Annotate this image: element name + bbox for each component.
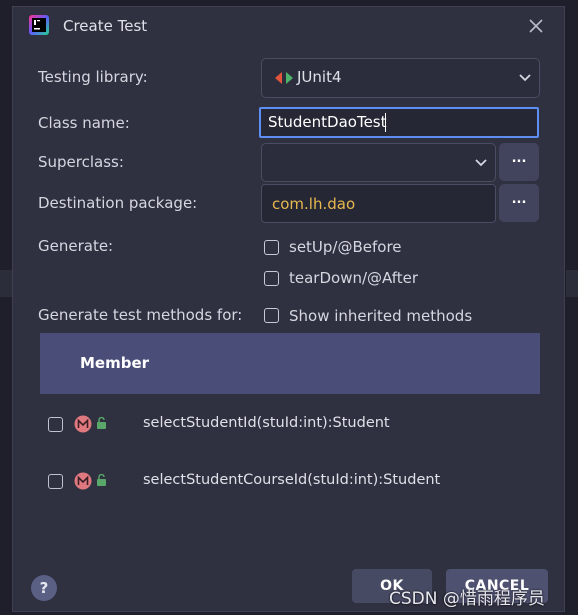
class-name-label: Class name: — [38, 114, 130, 132]
table-row[interactable]: selectStudentCourseId(stuId:int):Student — [40, 462, 540, 502]
teardown-label[interactable]: tearDown/@After — [289, 269, 418, 287]
member-table-header[interactable]: Member — [40, 333, 540, 394]
create-test-dialog: Create Test Testing library: JUnit4 Clas… — [12, 6, 565, 612]
chevron-down-icon — [519, 74, 531, 82]
setup-checkbox[interactable] — [264, 240, 279, 255]
jetbrains-app-icon — [29, 15, 49, 35]
chevron-down-icon — [475, 158, 487, 166]
destination-package-browse-button[interactable]: ... — [499, 184, 539, 222]
public-lock-icon — [97, 417, 106, 429]
generate-label: Generate: — [38, 237, 114, 255]
class-name-input[interactable]: StudentDaoTest — [259, 107, 539, 138]
help-button[interactable]: ? — [31, 575, 57, 601]
superclass-select[interactable] — [261, 143, 496, 182]
member-checkbox[interactable] — [48, 474, 63, 489]
member-checkbox[interactable] — [48, 417, 63, 432]
testing-library-label: Testing library: — [38, 68, 148, 86]
text-caret — [385, 113, 386, 132]
close-icon[interactable] — [525, 15, 547, 37]
method-icon — [74, 472, 92, 490]
testing-library-value: JUnit4 — [297, 68, 342, 86]
destination-package-label: Destination package: — [38, 194, 198, 212]
teardown-checkbox[interactable] — [264, 271, 279, 286]
background-strip-left — [0, 270, 12, 297]
class-name-value: StudentDaoTest — [268, 113, 387, 131]
public-lock-icon — [97, 474, 106, 486]
title-bar: Create Test — [13, 7, 564, 47]
watermark: CSDN @惜雨程序员 — [389, 589, 545, 609]
setup-label[interactable]: setUp/@Before — [289, 238, 402, 256]
member-column-header: Member — [80, 354, 150, 372]
show-inherited-label[interactable]: Show inherited methods — [289, 307, 472, 325]
member-signature: selectStudentId(stuId:int):Student — [143, 415, 390, 431]
testing-library-select[interactable]: JUnit4 — [261, 58, 540, 98]
background-strip-right — [566, 270, 578, 297]
destination-package-value: com.lh.dao — [272, 195, 356, 213]
method-icon — [74, 415, 92, 433]
superclass-browse-button[interactable]: ... — [499, 143, 539, 181]
destination-package-input[interactable]: com.lh.dao — [261, 184, 496, 223]
show-inherited-checkbox[interactable] — [264, 308, 279, 323]
superclass-label: Superclass: — [38, 153, 124, 171]
member-signature: selectStudentCourseId(stuId:int):Student — [143, 472, 441, 488]
dialog-title: Create Test — [63, 17, 148, 35]
generate-methods-for-label: Generate test methods for: — [38, 306, 243, 324]
junit-icon — [275, 72, 293, 84]
table-row[interactable]: selectStudentId(stuId:int):Student — [40, 405, 540, 445]
